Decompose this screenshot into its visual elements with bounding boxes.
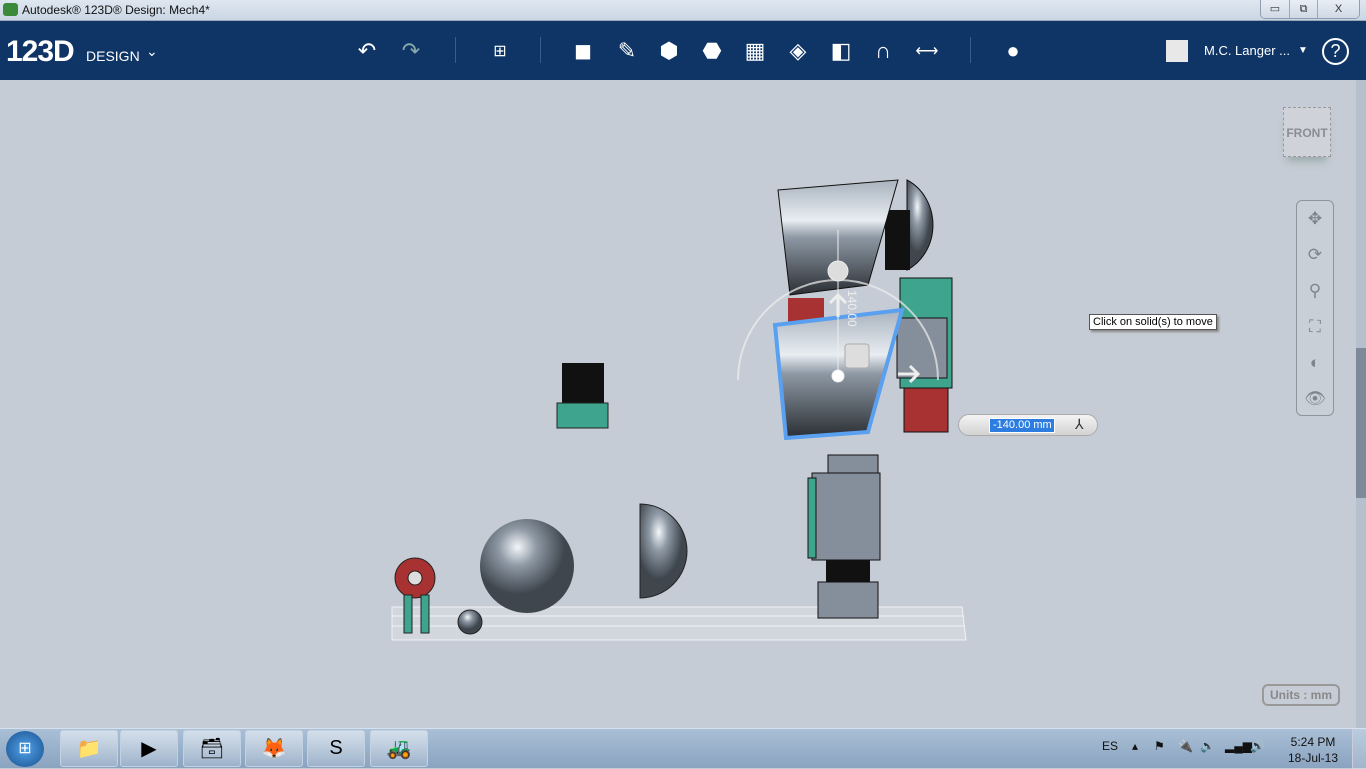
minimize-button[interactable]: ▭ (1261, 0, 1289, 18)
taskbar-firefox[interactable]: 🦊 (245, 730, 303, 767)
redo-button[interactable]: ↷ (394, 36, 428, 66)
app-logo-sub[interactable]: DESIGN (86, 48, 140, 64)
divider (540, 37, 541, 63)
visibility-eye-icon[interactable]: 👁 (1297, 381, 1333, 417)
perspective-icon[interactable]: ◐ (1297, 345, 1333, 381)
action-center-flag-icon[interactable]: ⚑ (1154, 739, 1165, 753)
model-small-sphere[interactable] (457, 609, 483, 635)
snap-magnet-button[interactable]: ∩ (866, 36, 900, 66)
help-button[interactable]: ? (1322, 38, 1349, 65)
side-panel-handle[interactable] (1356, 348, 1366, 498)
undo-button[interactable]: ↶ (350, 36, 384, 66)
clock-date: 18-Jul-13 (1288, 751, 1339, 765)
main-toolbar: 123D DESIGN ⌄ ↶ ↷ ⊞ ◼ ✎ ⬢ ⬣ ▦ ◈ ◧ ∩ ⟷ ● … (0, 21, 1366, 80)
viewport[interactable]: 140.00 (0, 80, 1366, 728)
clock[interactable]: 5:24 PM 18-Jul-13 (1288, 734, 1338, 766)
primitives-button[interactable]: ◼ (566, 36, 600, 66)
taskbar: ⊞ 📁 ▶ 🗃 🦊 S 🚜 ES ▴ ⚑ 🔌 🔈 ▂▄▆ 🔊 5:24 PM 1… (0, 728, 1366, 769)
model-hemisphere[interactable] (639, 503, 688, 599)
construct-button[interactable]: ⬢ (652, 36, 686, 66)
taskbar-explorer[interactable]: 📁 (60, 730, 118, 767)
sketch-button[interactable]: ✎ (610, 36, 644, 66)
volume-icon[interactable]: 🔊 (1250, 739, 1265, 753)
orbit-icon[interactable]: ⟳ (1297, 237, 1333, 273)
material-button[interactable]: ● (996, 36, 1030, 66)
restore-button[interactable]: ⧉ (1289, 0, 1317, 18)
show-hidden-icons[interactable]: ▴ (1132, 739, 1138, 753)
combine-button[interactable]: ◧ (824, 36, 858, 66)
app-icon (3, 3, 18, 16)
scene: 140.00 (391, 179, 967, 641)
model-mech-leg[interactable] (807, 454, 881, 619)
speaker-icon[interactable]: 🔈 (1200, 739, 1215, 753)
user-name[interactable]: M.C. Langer ... (1204, 43, 1290, 58)
ruler-label: 140.00 (845, 290, 859, 327)
modify-button[interactable]: ⬣ (695, 36, 729, 66)
taskbar-123d[interactable]: 🚜 (370, 730, 428, 767)
power-icon[interactable]: 🔌 (1178, 739, 1193, 753)
view-cube-front[interactable]: FRONT (1283, 107, 1331, 157)
app-menu-chevron-icon[interactable]: ⌄ (146, 43, 158, 60)
window-title: Autodesk® 123D® Design: Mech4* (22, 3, 210, 17)
model-sphere[interactable] (480, 519, 574, 613)
show-desktop-button[interactable] (1352, 729, 1366, 769)
axis-orientation-icon[interactable]: ⅄ (1075, 416, 1084, 433)
language-indicator[interactable]: ES (1102, 739, 1118, 753)
dimension-input-box: -140.00 mm ⅄ (958, 414, 1098, 436)
app-logo[interactable]: 123D (6, 35, 75, 69)
tooltip: Click on solid(s) to move (1089, 314, 1217, 330)
title-bar: Autodesk® 123D® Design: Mech4* ▭ ⧉ X (0, 0, 1366, 21)
model-gear-part[interactable] (556, 363, 609, 429)
grouping-button[interactable]: ◈ (781, 36, 815, 66)
measure-button[interactable]: ⟷ (910, 36, 944, 66)
taskbar-app[interactable]: 🗃 (183, 730, 241, 767)
units-indicator[interactable]: Units : mm (1262, 684, 1341, 706)
move-distance-input[interactable]: -140.00 mm (989, 418, 1055, 433)
network-signal-icon[interactable]: ▂▄▆ (1225, 739, 1252, 753)
model-mech-arm[interactable] (885, 179, 953, 433)
user-dropdown-icon[interactable]: ▼ (1298, 45, 1308, 56)
divider (970, 37, 971, 63)
fit-all-icon[interactable]: ⛶ (1297, 309, 1333, 345)
pattern-button[interactable]: ▦ (738, 36, 772, 66)
divider (455, 37, 456, 63)
pan-icon[interactable]: ✥ (1297, 201, 1333, 237)
avatar[interactable] (1166, 40, 1188, 62)
taskbar-media-player[interactable]: ▶ (120, 730, 178, 767)
clock-time: 5:24 PM (1290, 735, 1336, 749)
navigation-bar: ✥ ⟳ ⚲ ⛶ ◐ 👁 (1296, 200, 1334, 416)
start-button[interactable]: ⊞ (6, 731, 44, 767)
transform-button[interactable]: ⊞ (483, 36, 517, 66)
zoom-icon[interactable]: ⚲ (1297, 273, 1333, 309)
close-button[interactable]: X (1317, 0, 1359, 18)
taskbar-skype[interactable]: S (307, 730, 365, 767)
